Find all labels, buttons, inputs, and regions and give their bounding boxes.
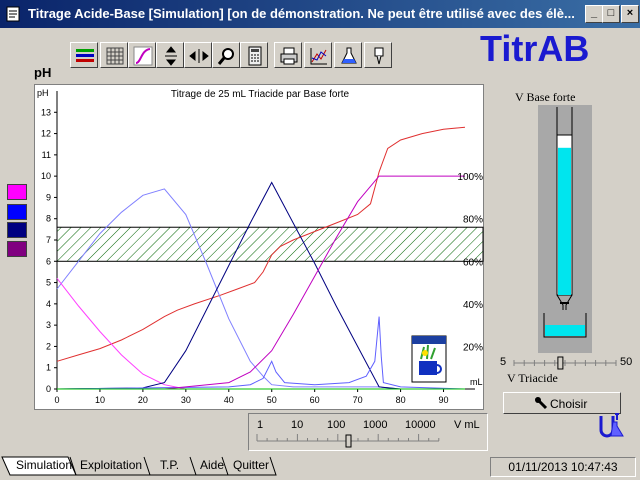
x-tick-label: 70 bbox=[353, 395, 363, 405]
indicator-zone bbox=[56, 226, 484, 262]
x-tick-label: 50 bbox=[267, 395, 277, 405]
swatch-1[interactable] bbox=[7, 184, 27, 200]
vol-tick-1: 10 bbox=[291, 419, 304, 431]
volume-scale-slider[interactable]: 1 10 100 1000 10000 V mL bbox=[248, 413, 488, 451]
x-tick-label: 10 bbox=[95, 395, 105, 405]
series-line-3 bbox=[56, 277, 465, 390]
percent-label: 100% bbox=[457, 172, 483, 183]
tab-tp[interactable]: T.P. bbox=[156, 458, 183, 474]
y-tick-label: 5 bbox=[46, 278, 51, 288]
window-title: Titrage Acide-Base [Simulation] [on de d… bbox=[28, 6, 575, 21]
series-line-6 bbox=[57, 175, 465, 390]
vol-tick-0: 1 bbox=[257, 419, 264, 431]
x-tick-label: 40 bbox=[224, 395, 234, 405]
choisir-label: Choisir bbox=[550, 397, 588, 411]
y-tick-label: 13 bbox=[41, 107, 51, 117]
percent-label: 40% bbox=[463, 300, 483, 311]
y-tick-label: 0 bbox=[46, 384, 51, 394]
toolbar bbox=[68, 40, 392, 70]
x-tick-label: 90 bbox=[439, 395, 449, 405]
series-line-4 bbox=[56, 181, 465, 390]
tab-quitter[interactable]: Quitter bbox=[229, 458, 273, 474]
lines-icon[interactable] bbox=[70, 42, 98, 68]
x-axis-label: mL bbox=[470, 377, 483, 387]
tab-simulation[interactable]: Simulation bbox=[12, 458, 76, 474]
minimize-button[interactable]: _ bbox=[585, 5, 603, 23]
beaker-icon[interactable] bbox=[411, 335, 447, 383]
tab-exploitation[interactable]: Exploitation bbox=[76, 458, 146, 474]
triacide-slider[interactable]: 5 50 bbox=[498, 355, 636, 371]
y-tick-label: 4 bbox=[46, 299, 51, 309]
y-tick-label: 6 bbox=[46, 256, 51, 266]
vol-tick-4: 10000 bbox=[405, 419, 436, 431]
maximize-button[interactable]: □ bbox=[602, 5, 620, 23]
tab-aide[interactable]: Aide bbox=[196, 458, 228, 474]
title-bar: Titrage Acide-Base [Simulation] [on de d… bbox=[0, 0, 640, 28]
x-tick-label: 60 bbox=[310, 395, 320, 405]
y-tick-label: 12 bbox=[41, 129, 51, 139]
titration-chart[interactable]: 0 1 2 3 4 5 6 7 8 9 10 11 12 13 0 10 20 30 40 50 60 70 80 90 pH m… bbox=[34, 84, 484, 410]
series-line-5 bbox=[56, 316, 466, 390]
y-tick-label: 2 bbox=[46, 341, 51, 351]
triacide-max: 50 bbox=[620, 356, 633, 368]
swatch-3[interactable] bbox=[7, 222, 27, 238]
pen-icon[interactable] bbox=[364, 42, 392, 68]
y-axis-label: pH bbox=[37, 88, 49, 98]
printer-icon[interactable] bbox=[274, 42, 302, 68]
series-line-2 bbox=[56, 188, 465, 390]
percent-label: 60% bbox=[463, 257, 483, 268]
close-button[interactable]: × bbox=[621, 5, 639, 23]
swatch-2[interactable] bbox=[7, 204, 27, 220]
triacide-slider-thumb[interactable] bbox=[557, 356, 564, 370]
percent-label: 20% bbox=[463, 342, 483, 353]
magnifier-icon[interactable] bbox=[212, 42, 240, 68]
vol-tick-3: 1000 bbox=[363, 419, 388, 431]
y-tick-label: 1 bbox=[46, 363, 51, 373]
y-tick-label: 9 bbox=[46, 192, 51, 202]
pipette-icon bbox=[534, 396, 548, 410]
triacide-label: V Triacide bbox=[507, 371, 558, 385]
swatch-4[interactable] bbox=[7, 241, 27, 257]
grid-icon[interactable] bbox=[100, 42, 128, 68]
y-tick-label: 10 bbox=[41, 171, 51, 181]
volume-slider-thumb[interactable] bbox=[345, 434, 352, 448]
ph-axis-caption: pH bbox=[34, 65, 52, 80]
flask-logo-icon[interactable] bbox=[597, 410, 627, 440]
triacide-min: 5 bbox=[500, 356, 507, 368]
x-tick-label: 30 bbox=[181, 395, 191, 405]
y-tick-label: 11 bbox=[42, 150, 51, 160]
status-datetime: 01/11/2013 10:47:43 bbox=[490, 457, 636, 477]
horizontal-arrows-icon[interactable] bbox=[184, 42, 212, 68]
x-tick-label: 20 bbox=[138, 395, 148, 405]
flask-icon[interactable] bbox=[334, 42, 362, 68]
burette-label: V Base forte bbox=[515, 90, 576, 104]
vertical-arrows-icon[interactable] bbox=[156, 42, 184, 68]
x-tick-label: 0 bbox=[54, 395, 59, 405]
curve-icon[interactable] bbox=[128, 42, 156, 68]
y-tick-label: 8 bbox=[46, 214, 51, 224]
chart-title: Titrage de 25 mL Triacide par Base forte bbox=[171, 89, 350, 100]
vol-unit: V mL bbox=[454, 419, 480, 431]
percent-label: 80% bbox=[463, 215, 483, 226]
chart-icon[interactable] bbox=[304, 42, 332, 68]
y-tick-label: 7 bbox=[46, 235, 51, 245]
x-tick-label: 80 bbox=[396, 395, 406, 405]
app-icon bbox=[6, 6, 20, 22]
burette-svg bbox=[543, 107, 587, 338]
burette[interactable] bbox=[538, 105, 592, 353]
y-tick-label: 3 bbox=[46, 320, 51, 330]
vol-tick-2: 100 bbox=[327, 419, 346, 431]
calculator-icon[interactable] bbox=[240, 42, 268, 68]
app-logo: TitrAB bbox=[480, 28, 590, 69]
